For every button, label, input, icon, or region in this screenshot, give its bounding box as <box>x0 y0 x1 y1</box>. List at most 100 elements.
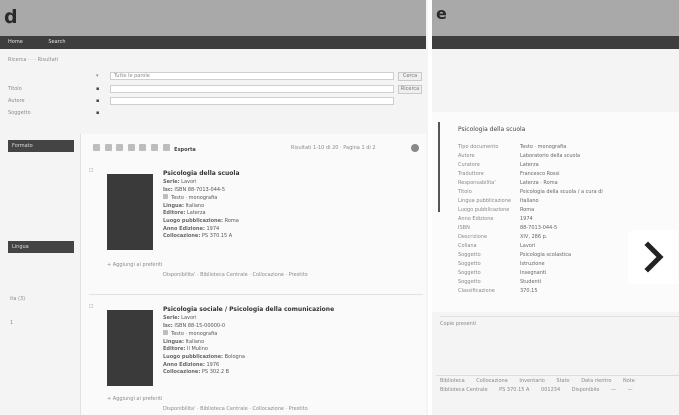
record-row: Descrizione XIV, 286 p. <box>458 233 548 240</box>
dropdown-arrow-icon[interactable]: ▾ <box>96 73 99 79</box>
record-row: Responsabilita' Laterza · Roma <box>458 179 558 186</box>
record-row: Collana Lavori <box>458 242 536 249</box>
table-cell: — <box>627 387 633 393</box>
book-cover-image <box>107 174 153 250</box>
result-divider <box>89 294 423 295</box>
table-cell: — <box>611 387 616 393</box>
search-button[interactable]: Cerca <box>398 72 422 81</box>
share-icon[interactable] <box>127 144 135 151</box>
email-icon[interactable] <box>104 144 112 151</box>
search-row: Autore ▪ <box>8 97 418 107</box>
record-details-table: Tipo documento Testo · monografia Autore L… <box>458 142 607 295</box>
save-icon[interactable] <box>116 144 124 151</box>
table-header-cell: Inventario <box>519 378 545 384</box>
document-type-icon <box>163 330 168 336</box>
right-header-band <box>432 0 679 36</box>
export-icon[interactable] <box>150 144 158 151</box>
advanced-search-button[interactable]: Ricerca <box>398 85 422 94</box>
record-row: Classificazione 370.15 <box>458 287 538 294</box>
result-details: Serie: Lavori Isc: ISBN 88-7013-044-5 Te… <box>163 179 239 240</box>
copies-table-header: Biblioteca Collocazione Inventario Stato… <box>436 376 679 386</box>
record-row: ISBN 88-7013-044-5 <box>458 224 558 231</box>
record-side-line <box>438 122 440 212</box>
record-row: Soggetto Insegnanti <box>458 269 547 276</box>
add-favorite-link[interactable]: + Aggiungi ai preferiti <box>107 262 162 268</box>
breadcrumb-item-results[interactable]: Risultati <box>38 57 58 63</box>
table-header-cell: Note <box>622 378 635 384</box>
availability-row[interactable]: Disponibilita' · Biblioteca Centrale · C… <box>163 272 423 278</box>
search-form: ▾ Tutte le parole Cerca Titolo ▪ Ricerca… <box>8 72 426 120</box>
export-link[interactable]: Esporta <box>174 147 196 153</box>
next-record-button[interactable] <box>628 230 678 284</box>
facet-title: Formato <box>12 143 33 149</box>
results-panel: Esporta Risultati 1-10 di 20 · Pagina 1 … <box>80 134 426 415</box>
result-checkbox[interactable]: ☐ <box>89 168 93 174</box>
search-field-label: Titolo <box>8 86 22 92</box>
panel-label-d: d <box>4 6 18 28</box>
search-input-all[interactable]: Tutte le parole <box>110 72 394 80</box>
availability-row[interactable]: Disponibilita' · Biblioteca Centrale · C… <box>163 406 423 412</box>
nav-item-search[interactable]: Search <box>48 39 65 45</box>
copies-table: Biblioteca Collocazione Inventario Stato… <box>436 375 679 397</box>
book-cover-image <box>107 310 153 386</box>
print-icon[interactable] <box>93 144 100 151</box>
table-cell: Disponibile <box>571 387 600 393</box>
record-row: Tipo documento Testo · monografia <box>458 143 567 150</box>
bookmark-icon[interactable] <box>139 144 147 151</box>
record-row: Soggetto Istruzione <box>458 260 545 267</box>
result-item: ☐ + Aggiungi ai preferiti Psicologia soc… <box>89 304 423 414</box>
record-row: Luogo pubblicazione Roma <box>458 206 535 213</box>
table-header-cell: Data rientro <box>581 378 612 384</box>
copies-table-row[interactable]: Biblioteca Centrale PS 370.15 A 001234 D… <box>436 386 679 394</box>
record-title: Psicologia della scuola <box>458 126 526 133</box>
dropdown-arrow-icon[interactable]: ▪ <box>96 86 99 92</box>
cite-icon[interactable] <box>162 144 170 151</box>
panel-label-e: e <box>436 4 447 23</box>
table-header-cell: Biblioteca <box>440 378 465 384</box>
table-cell: 001234 <box>541 387 561 393</box>
results-toolbar: Esporta Risultati 1-10 di 20 · Pagina 1 … <box>93 144 423 154</box>
result-details: Serie: Lavori Isc: ISBN 88-15-00000-0 Te… <box>163 315 245 376</box>
facet-title: Lingua <box>12 244 29 250</box>
table-cell: Biblioteca Centrale <box>440 387 488 393</box>
right-nav-bar <box>432 36 679 49</box>
result-title[interactable]: Psicologia sociale / Psicologia della co… <box>163 306 334 313</box>
result-item: ☐ + Aggiungi ai preferiti Psicologia del… <box>89 168 423 288</box>
copies-section-title: Copie presenti <box>440 316 679 327</box>
facet-count: 1 <box>10 320 14 326</box>
facet-value[interactable]: ita (3) <box>10 296 25 302</box>
search-field-label: Autore <box>8 98 25 104</box>
result-title[interactable]: Psicologia della scuola <box>163 170 240 177</box>
table-cell: PS 370.15 A <box>499 387 530 393</box>
record-row: Titolo Psicologia della scuola / a cura d… <box>458 188 603 195</box>
nav-item-home[interactable]: Home <box>8 39 23 45</box>
result-checkbox[interactable]: ☐ <box>89 304 93 310</box>
left-header-band <box>0 0 426 36</box>
facet-header-format[interactable]: Formato <box>8 140 74 152</box>
facet-header-language[interactable]: Lingua <box>8 241 74 253</box>
record-row: Soggetto Psicologia scolastica <box>458 251 572 258</box>
record-row: Soggetto Studenti <box>458 278 542 285</box>
add-favorite-link[interactable]: + Aggiungi ai preferiti <box>107 396 162 402</box>
search-input-title[interactable] <box>110 85 394 93</box>
search-row: Titolo ▪ Ricerca <box>8 85 422 95</box>
record-row: Anno Edizione 1974 <box>458 215 533 222</box>
left-nav-bar: Home Search <box>0 36 426 49</box>
breadcrumb-item-search[interactable]: Ricerca <box>8 57 26 63</box>
dropdown-arrow-icon[interactable]: ▪ <box>96 110 99 116</box>
search-field-label: Soggetto <box>8 110 31 116</box>
pager-toggle-icon[interactable] <box>411 144 419 152</box>
search-input-author[interactable] <box>110 97 394 105</box>
record-row: Curatore Laterza <box>458 161 539 168</box>
dropdown-arrow-icon[interactable]: ▪ <box>96 98 99 104</box>
breadcrumb: Ricerca · · · Risultati <box>8 57 58 63</box>
record-row: Traduttore Francesco Rossi <box>458 170 560 177</box>
results-count: Risultati 1-10 di 20 · Pagina 1 di 2 <box>291 145 376 151</box>
search-row: ▾ Tutte le parole Cerca <box>8 72 422 82</box>
table-header-cell: Stato <box>556 378 570 384</box>
chevron-right-icon <box>644 241 664 273</box>
table-header-cell: Collocazione <box>476 378 508 384</box>
record-row: Lingua pubblicazione Italiano <box>458 197 539 204</box>
record-row: Autore Laboratorio della scuola <box>458 152 581 159</box>
document-type-icon <box>163 194 168 200</box>
